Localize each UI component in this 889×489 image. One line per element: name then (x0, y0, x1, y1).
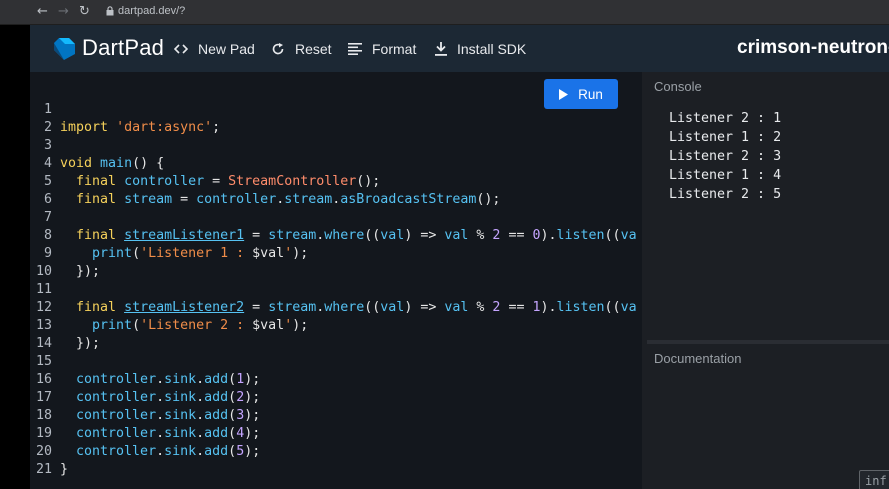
new-pad-label: New Pad (198, 41, 255, 57)
install-sdk-label: Install SDK (457, 41, 527, 57)
code-line: 13 }); (30, 299, 642, 351)
code-line: 8 print('Listener 1 : $val'); (30, 209, 642, 261)
app-header: DartPad New Pad Reset Format Install SDK… (30, 25, 889, 72)
code-line: 21 (30, 443, 642, 477)
format-button[interactable]: Format (348, 39, 416, 59)
reset-label: Reset (295, 41, 332, 57)
code-line: 3 void main() { (30, 119, 642, 171)
dart-logo (54, 38, 75, 60)
new-pad-button[interactable]: New Pad (174, 39, 255, 59)
install-sdk-button[interactable]: Install SDK (435, 39, 526, 59)
browser-toolbar: ← → ↻ dartpad.dev/? (0, 0, 889, 25)
code-icon (174, 44, 188, 54)
code-line: 10 (30, 245, 642, 279)
code-line: 17 controller.sink.add(3); (30, 371, 642, 423)
app-title: DartPad (82, 35, 165, 60)
code-line: 11 final streamListener2 = stream.where(… (30, 263, 642, 315)
code-line: 14 (30, 317, 642, 351)
code-line: 19 controller.sink.add(5); (30, 407, 642, 459)
lock-icon (106, 6, 114, 16)
documentation-title: Documentation (654, 351, 742, 366)
address-bar[interactable]: dartpad.dev/? (118, 5, 185, 17)
documentation-panel: Documentation inf (647, 344, 889, 489)
console-line: Listener 2 : 1 (669, 111, 782, 126)
code-line: 18 controller.sink.add(4); (30, 389, 642, 441)
code-editor[interactable]: 1 import 'dart:async'; 2 3 void main() {… (30, 72, 642, 489)
console-line: Listener 2 : 3 (669, 149, 782, 164)
console-title: Console (654, 79, 702, 94)
format-label: Format (372, 41, 417, 57)
reload-icon[interactable]: ↻ (79, 4, 90, 20)
console-line: Listener 1 : 2 (669, 130, 782, 145)
info-chip[interactable]: inf (859, 470, 889, 489)
line-number: 21 (35, 462, 52, 477)
left-margin (0, 25, 30, 489)
run-label: Run (578, 86, 603, 102)
reset-button[interactable]: Reset (271, 39, 332, 59)
code-line: 7 final streamListener1 = stream.where((… (30, 191, 642, 243)
play-icon (559, 88, 569, 100)
code-line: 15 controller.sink.add(1); (30, 335, 642, 387)
format-icon (348, 43, 362, 55)
code-line: 5 final stream = controller.stream.asBro… (30, 155, 642, 207)
console-panel: Console Listener 2 : 1 Listener 1 : 2 Li… (647, 72, 889, 340)
code-line: 9 }); (30, 227, 642, 279)
pad-name[interactable]: crimson-neutron-09 (737, 37, 889, 59)
code-line: 12 print('Listener 2 : $val'); (30, 281, 642, 333)
forward-arrow-icon[interactable]: → (58, 4, 69, 20)
back-arrow-icon[interactable]: ← (37, 4, 48, 20)
code-line: 6 (30, 173, 642, 207)
code-line: 16 controller.sink.add(2); (30, 353, 642, 405)
code-line: 4 final controller = StreamController(); (30, 137, 642, 189)
console-line: Listener 2 : 5 (669, 187, 782, 202)
reset-icon (272, 43, 284, 55)
console-line: Listener 1 : 4 (669, 168, 782, 183)
code-line: 20 } (30, 425, 642, 477)
download-icon (435, 42, 447, 56)
run-button[interactable]: Run (544, 79, 618, 109)
